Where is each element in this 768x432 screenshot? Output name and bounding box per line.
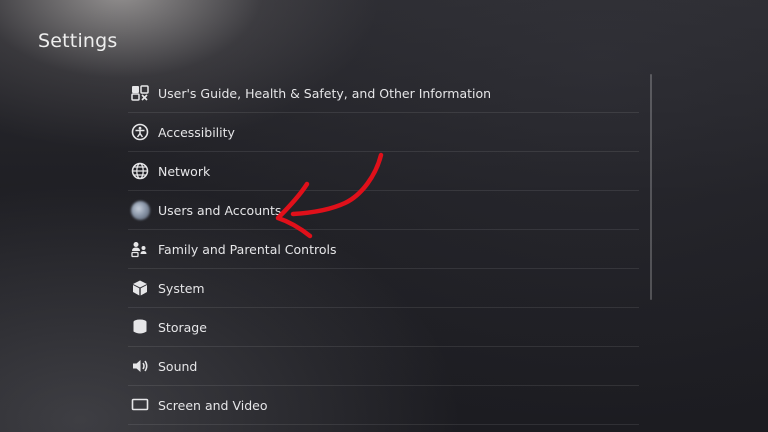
menu-item-accessibility[interactable]: Accessibility — [128, 113, 639, 152]
menu-item-storage[interactable]: Storage — [128, 308, 639, 347]
menu-item-system[interactable]: System — [128, 269, 639, 308]
menu-item-label: Family and Parental Controls — [158, 241, 337, 257]
menu-item-users-guide[interactable]: User's Guide, Health & Safety, and Other… — [128, 74, 639, 113]
settings-menu: User's Guide, Health & Safety, and Other… — [128, 74, 639, 425]
menu-item-label: Users and Accounts — [158, 202, 282, 218]
menu-item-label: Storage — [158, 319, 207, 335]
storage-icon — [129, 316, 151, 338]
guide-icon — [129, 82, 151, 104]
menu-item-label: Network — [158, 163, 211, 179]
family-icon — [129, 238, 151, 260]
menu-item-network[interactable]: Network — [128, 152, 639, 191]
menu-item-sound[interactable]: Sound — [128, 347, 639, 386]
menu-item-label: Screen and Video — [158, 397, 268, 413]
menu-item-family-parental-controls[interactable]: Family and Parental Controls — [128, 230, 639, 269]
menu-item-label: User's Guide, Health & Safety, and Other… — [158, 85, 492, 101]
avatar — [130, 200, 150, 220]
cube-icon — [129, 277, 151, 299]
menu-item-label: Sound — [158, 358, 198, 374]
globe-icon — [129, 160, 151, 182]
menu-item-users-and-accounts[interactable]: Users and Accounts — [128, 191, 639, 230]
menu-item-label: System — [158, 280, 205, 296]
accessibility-icon — [129, 121, 151, 143]
avatar-icon — [129, 199, 151, 221]
speaker-icon — [129, 355, 151, 377]
menu-item-label: Accessibility — [158, 124, 235, 140]
screen-icon — [129, 394, 151, 416]
page-title: Settings — [38, 30, 118, 52]
menu-item-screen-and-video[interactable]: Screen and Video — [128, 386, 639, 425]
scrollbar[interactable] — [650, 74, 652, 300]
